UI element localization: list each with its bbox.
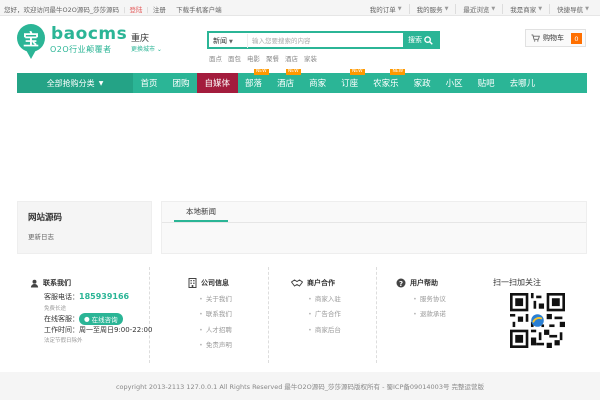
- company-title: 公司信息: [201, 279, 229, 287]
- hot-search-words: 面点 面包 电影 聚餐 酒店 家装: [209, 53, 317, 63]
- contact-title: 联系我们: [43, 279, 71, 287]
- current-city: 重庆: [131, 34, 150, 44]
- merchant-link[interactable]: 我是商家 ▼: [502, 4, 549, 14]
- nav-item-housekeeping[interactable]: 家政: [406, 73, 438, 93]
- nav-item-booking[interactable]: 订座 NEW: [334, 69, 366, 93]
- qr-code: [510, 293, 565, 348]
- nav-item-hotel[interactable]: 酒店 NEW: [270, 69, 302, 93]
- chevron-down-icon: ▼: [491, 6, 496, 12]
- hot-word[interactable]: 聚餐: [266, 53, 279, 63]
- contact-column: 联系我们 客服电话：185939166 免费长途 在线客服： ● 在线咨询 工作时间…: [17, 267, 153, 363]
- hot-word[interactable]: 酒店: [285, 53, 298, 63]
- sidebar-box: 网站源码 更新日志: [17, 201, 152, 254]
- recent-views-link[interactable]: 最近浏览 ▼: [455, 4, 502, 14]
- chevron-down-icon: ▼: [397, 6, 402, 12]
- chevron-down-icon: ▼: [585, 6, 589, 12]
- top-bar-left: 您好，欢迎访问最牛O2O源码_莎莎源码 | 登陆 | 注册 下载手机客户端: [4, 6, 222, 14]
- login-link[interactable]: 登陆: [129, 6, 142, 14]
- cart-count-badge: 0: [571, 33, 582, 44]
- nav-item-travel[interactable]: 去哪儿: [502, 73, 543, 93]
- cart-icon: [531, 34, 540, 42]
- refund-promise-link[interactable]: • 退款承诺: [413, 308, 446, 318]
- help-column: ? 用户帮助 • 服务协议 • 退款承诺: [377, 267, 483, 363]
- hot-word[interactable]: 家装: [304, 53, 317, 63]
- welcome-text: 您好，欢迎访问最牛O2O源码_莎莎源码: [4, 6, 120, 14]
- nav-item-media[interactable]: 自媒体: [197, 73, 238, 93]
- company-column: 公司信息 • 关于我们 • 联系我们 • 人才招聘 • 免责声明: [160, 267, 269, 363]
- partner-title: 商户合作: [307, 279, 335, 287]
- nav-item-groupbuy[interactable]: 团购: [165, 73, 197, 93]
- service-agreement-link[interactable]: • 服务协议: [413, 293, 446, 303]
- search-input[interactable]: [247, 34, 403, 48]
- nav-item-forum[interactable]: 贴吧: [470, 73, 502, 93]
- phone-note: 免费长途: [44, 306, 67, 312]
- careers-link[interactable]: • 人才招聘: [199, 324, 232, 334]
- search-bar: 新闻▼ 搜索: [207, 31, 440, 49]
- hot-word[interactable]: 电影: [247, 53, 260, 63]
- online-consult-button[interactable]: ● 在线咨询: [79, 313, 123, 325]
- top-bar-right: 我的订单 ▼ 我的服务 ▼ 最近浏览 ▼ 我是商家 ▼ 快捷导航 ▼: [363, 4, 596, 14]
- logo-slogan: O2O行业颠覆者: [50, 45, 112, 54]
- logo-text[interactable]: baocms: [51, 24, 127, 44]
- hot-word[interactable]: 面包: [228, 53, 241, 63]
- about-us-link[interactable]: • 关于我们: [199, 293, 232, 303]
- nav-item-farm[interactable]: 农家乐 NEW: [366, 69, 407, 93]
- contact-us-link[interactable]: • 联系我们: [199, 308, 232, 318]
- person-icon: [30, 279, 39, 288]
- search-type-select[interactable]: 新闻 ▼: [213, 36, 233, 46]
- chat-icon: ●: [84, 315, 90, 323]
- chevron-down-icon: ▼: [538, 6, 543, 12]
- nav-item-merchants[interactable]: 商家: [302, 73, 334, 93]
- ad-partner-link[interactable]: • 广告合作: [308, 308, 341, 318]
- nav-item-home[interactable]: 首页: [133, 73, 165, 93]
- nav-item-tribe[interactable]: 部落 NEW: [238, 69, 270, 93]
- new-badge: NEW: [285, 69, 301, 75]
- new-badge: NEW: [253, 69, 269, 75]
- question-icon: ?: [396, 278, 406, 288]
- qr-title: 扫一扫加关注: [493, 278, 541, 287]
- merchant-join-link[interactable]: • 商家入驻: [308, 293, 341, 303]
- my-services-link[interactable]: 我的服务 ▼: [408, 4, 456, 14]
- sidebar-title: 网站源码: [28, 213, 63, 223]
- top-bar: 您好，欢迎访问最牛O2O源码_莎莎源码 | 登陆 | 注册 下载手机客户端 我的…: [0, 0, 600, 16]
- partner-column: 商户合作 • 商家入驻 • 广告合作 • 商家后台: [269, 267, 377, 363]
- building-icon: [188, 278, 197, 288]
- tab-local-news[interactable]: 本地新闻: [174, 202, 228, 222]
- quick-nav-link[interactable]: 快捷导航 ▼: [549, 4, 596, 14]
- all-categories-menu[interactable]: 全部抢购分类 ▼: [17, 73, 133, 93]
- my-orders-link[interactable]: 我的订单 ▼: [363, 4, 409, 14]
- changelog-link[interactable]: 更新日志: [28, 231, 54, 241]
- hot-word[interactable]: 面点: [209, 53, 222, 63]
- search-icon: [424, 35, 433, 45]
- chevron-down-icon: ▼: [444, 6, 449, 12]
- help-title: 用户帮助: [410, 279, 438, 287]
- search-button[interactable]: 搜索: [403, 33, 438, 47]
- cart-label: 购物车: [543, 34, 564, 42]
- logo-badge[interactable]: 宝: [17, 24, 45, 59]
- merchant-backend-link[interactable]: • 商家后台: [308, 324, 341, 334]
- download-app-link[interactable]: 下载手机客户端: [176, 6, 222, 14]
- svg-text:?: ?: [399, 280, 403, 288]
- main-nav: 全部抢购分类 ▼ 首页 团购 自媒体 部落 NEW 酒店 NEW 商家 订座 NEW 农…: [17, 69, 587, 93]
- working-hours: 工作时间：周一至周日9:00-22:00: [44, 326, 153, 334]
- new-badge: NEW: [390, 69, 406, 75]
- disclaimer-link[interactable]: • 免责声明: [199, 339, 232, 349]
- handshake-icon: [291, 278, 303, 287]
- chevron-down-icon: ▼: [229, 39, 233, 45]
- cart-button[interactable]: 购物车 0: [525, 29, 586, 47]
- new-badge: NEW: [349, 69, 365, 75]
- service-phone: 185939166: [79, 292, 130, 301]
- nav-item-community[interactable]: 小区: [438, 73, 470, 93]
- chevron-down-icon: ▼: [98, 79, 104, 87]
- local-news-panel: 本地新闻: [161, 201, 587, 254]
- hours-note: 法定节假日除外: [44, 338, 83, 344]
- copyright: copyright 2013-2113 127.0.0.1 All Rights…: [0, 372, 600, 400]
- switch-city-link[interactable]: 更换城市 ⌄: [131, 44, 162, 53]
- register-link[interactable]: 注册: [153, 6, 166, 14]
- chevron-down-icon: ⌄: [155, 46, 162, 53]
